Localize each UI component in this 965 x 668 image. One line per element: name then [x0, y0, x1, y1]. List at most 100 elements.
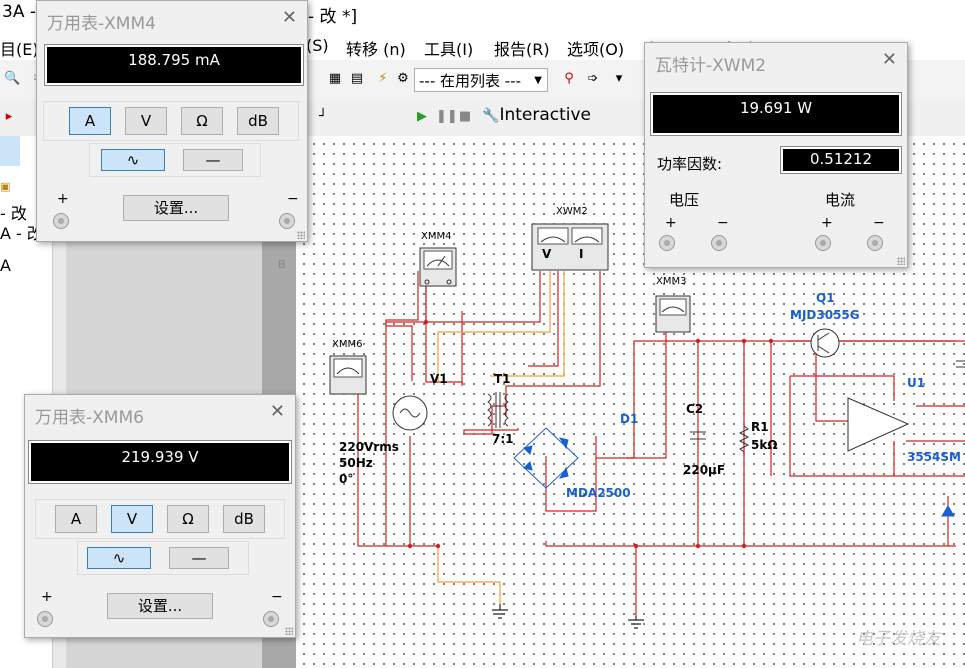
xmm6-settings-button[interactable]: 设置... [107, 593, 213, 619]
menu-item-simulate[interactable]: (S) [306, 36, 329, 55]
t1-ratio: 7:1 [492, 432, 514, 446]
xmm4-window[interactable]: 万用表-XMM4 ✕ 188.795 mA A V Ω dB ∿ — + − 设… [36, 0, 308, 242]
xwm2-terminal-i-plus[interactable] [815, 235, 831, 251]
xwm2-terminal-v-minus[interactable] [711, 235, 727, 251]
table-icon[interactable]: ▤ [350, 72, 364, 86]
xmm6-display: 219.939 V [28, 440, 292, 484]
ac-wave-icon[interactable]: ∿ [87, 547, 151, 569]
menu-item-options[interactable]: 选项(O) [567, 36, 624, 60]
xmm4-display: 188.795 mA [44, 44, 304, 86]
stop-icon[interactable]: ■ [458, 110, 472, 124]
v1-spec-phase: 0° [339, 472, 354, 486]
xwm2-reading: 19.691 W [739, 99, 813, 117]
xwm2-pf-display: 0.51212 [780, 146, 902, 174]
xmm3-label: XMM3 [656, 276, 687, 287]
xmm6-label: XMM6 [332, 339, 363, 350]
xwm2-terminal-i-minus[interactable] [867, 235, 883, 251]
xmm6-terminal-plus[interactable] [37, 611, 53, 627]
xwm2-i-minus: − [873, 215, 885, 231]
grid-icon[interactable]: ▦ [328, 72, 342, 86]
xwm2-title: 瓦特计-XWM2 [655, 56, 767, 76]
dropdown-small-icon[interactable]: ▾ [612, 72, 626, 86]
v1-label: V1 [430, 372, 448, 386]
c2-label: C2 [686, 402, 704, 416]
xmm4-mode-volt[interactable]: V [125, 107, 167, 135]
xwm2-window[interactable]: 瓦特计-XWM2 ✕ 19.691 W 功率因数: 0.51212 电压 电流 … [644, 42, 908, 268]
v1-spec-voltage: 220Vrms [339, 440, 399, 454]
app-title-left: 3A - [2, 2, 36, 22]
xmm4-terminal-minus[interactable] [279, 213, 295, 229]
xwm2-pf-label: 功率因数: [657, 155, 723, 173]
in-use-list-combo[interactable]: --- 在用列表 --- ▼ [414, 68, 548, 92]
u1-label: U1 [907, 376, 926, 390]
xwm2-terminal-v-plus[interactable] [659, 235, 675, 251]
xmm4-label: XMM4 [421, 231, 452, 242]
xmm4-mode-db[interactable]: dB [237, 107, 279, 135]
watermark-logo: 电子发烧友 [856, 629, 941, 649]
resize-grip-icon[interactable] [285, 627, 293, 635]
menu-item-tools[interactable]: 工具(I) [424, 36, 473, 60]
xmm4-reading: 188.795 mA [128, 51, 220, 69]
xwm2-v-plus: + [665, 215, 677, 231]
wm-v-label: V [542, 247, 552, 261]
pause-icon[interactable]: ❚❚ [436, 110, 458, 124]
menu-item-transfer[interactable]: 转移 (n) [346, 36, 406, 60]
arrow-tool-icon[interactable]: ➩ [586, 72, 600, 86]
xmm4-title: 万用表-XMM4 [47, 14, 156, 34]
xwm2-current-label: 电流 [825, 191, 856, 209]
r1-label: R1 [751, 420, 769, 434]
wrench-icon: 🔧 [482, 108, 500, 124]
run-icon[interactable]: ▶ [415, 110, 429, 124]
resize-grip-icon[interactable] [897, 257, 905, 265]
tree-item[interactable]: A [0, 256, 11, 275]
xmm4-minus: − [287, 191, 299, 207]
xmm6-mode-amp[interactable]: A [55, 505, 97, 533]
xmm6-terminal-minus[interactable] [263, 611, 279, 627]
xmm3-symbol [655, 295, 691, 333]
xmm4-settings-button[interactable]: 设置... [123, 195, 229, 221]
xmm4-terminal-plus[interactable] [53, 213, 69, 229]
ac-wave-icon[interactable]: ∿ [101, 149, 165, 171]
t1-label: T1 [494, 372, 511, 386]
q1-label: Q1 [816, 291, 835, 305]
u1-part: 3554SM [907, 450, 961, 464]
xmm6-window[interactable]: 万用表-XMM6 ✕ 219.939 V A V Ω dB ∿ — + − 设置… [24, 394, 296, 638]
dc-line-icon[interactable]: — [183, 149, 243, 171]
xwm2-display: 19.691 W [650, 92, 902, 136]
wm-i-label: I [579, 247, 584, 261]
zoom-icon[interactable]: 🔍 [4, 72, 20, 86]
chevron-down-icon: ▼ [534, 75, 542, 86]
xmm4-mode-ohm[interactable]: Ω [181, 107, 223, 135]
xwm2-label: XWM2 [556, 206, 588, 217]
probe-icon[interactable]: ⚙ [396, 72, 410, 86]
probe-step-icon[interactable]: ┘ [316, 110, 330, 124]
c2-value: 220µF [683, 463, 726, 477]
xmm6-mode-ohm[interactable]: Ω [167, 505, 209, 533]
interactive-mode[interactable]: 🔧Interactive [482, 105, 591, 125]
resize-grip-icon[interactable] [297, 231, 305, 239]
menu-item-reports[interactable]: 报告(R) [494, 36, 550, 60]
dc-line-icon[interactable]: — [169, 547, 229, 569]
xmm6-mode-db[interactable]: dB [223, 505, 265, 533]
xmm6-title: 万用表-XMM6 [35, 408, 144, 428]
close-icon[interactable]: ✕ [270, 401, 285, 422]
r1-value: 5kΩ [751, 438, 778, 452]
close-icon[interactable]: ✕ [882, 49, 897, 70]
xwm2-pf-value: 0.51212 [809, 150, 873, 168]
q1-transistor [810, 328, 840, 358]
interactive-label: Interactive [499, 105, 592, 125]
xwm2-i-plus: + [821, 215, 833, 231]
component-red-icon[interactable]: ▸ [2, 110, 16, 124]
xmm6-minus: − [271, 589, 283, 605]
xmm4-symbol [419, 247, 457, 287]
v1-source [392, 395, 428, 431]
menu-item-edit[interactable]: 目(E) [0, 36, 39, 60]
xmm6-mode-volt[interactable]: V [111, 505, 153, 533]
close-icon[interactable]: ✕ [282, 7, 297, 28]
component-icon[interactable]: ⚡ [376, 72, 390, 86]
tree-selection[interactable] [0, 136, 20, 166]
v1-spec-freq: 50Hz [339, 456, 373, 470]
probe-red-icon[interactable]: ⚲ [562, 72, 576, 86]
q1-part: MJD3055G [790, 308, 860, 322]
xmm4-mode-amp[interactable]: A [69, 107, 111, 135]
